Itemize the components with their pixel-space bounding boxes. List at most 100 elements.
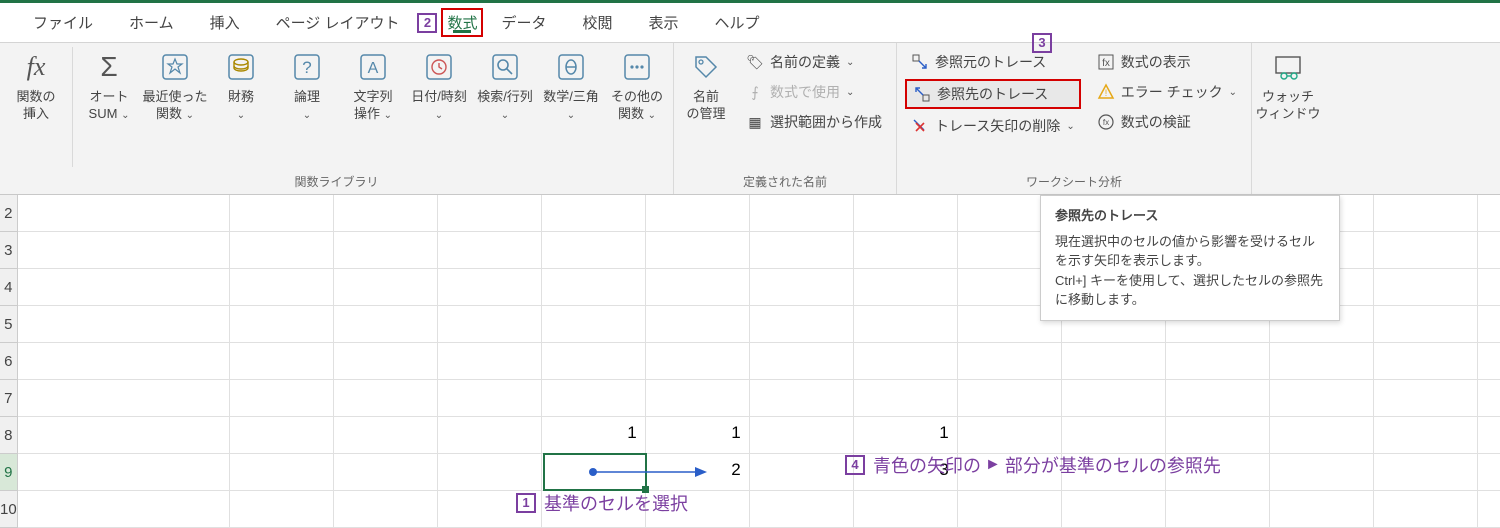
cell[interactable] (18, 269, 230, 305)
cell[interactable] (334, 343, 438, 379)
cell[interactable] (1478, 491, 1500, 527)
cell[interactable] (334, 454, 438, 490)
recent-functions-button[interactable]: 最近使った 関数 ⌄ (143, 45, 207, 127)
cell[interactable] (1478, 380, 1500, 416)
cell[interactable] (230, 491, 334, 527)
cell[interactable] (18, 454, 230, 490)
cell[interactable] (854, 306, 958, 342)
cell[interactable] (646, 232, 750, 268)
cell[interactable] (854, 232, 958, 268)
cell[interactable] (334, 417, 438, 453)
cell[interactable] (750, 195, 854, 231)
tab-insert[interactable]: 挿入 (192, 4, 258, 41)
cell[interactable] (854, 269, 958, 305)
cell[interactable] (646, 269, 750, 305)
datetime-button[interactable]: 日付/時刻⌄ (407, 45, 471, 127)
cell[interactable] (334, 491, 438, 527)
cell[interactable] (230, 306, 334, 342)
cell[interactable] (1374, 454, 1478, 490)
tab-help[interactable]: ヘルプ (697, 4, 778, 41)
trace-precedents-button[interactable]: 参照元のトレース (905, 49, 1081, 75)
tab-review[interactable]: 校閲 (565, 4, 631, 41)
lookup-button[interactable]: 検索/行列⌄ (473, 45, 537, 127)
cell[interactable] (750, 417, 854, 453)
cell[interactable] (1478, 454, 1500, 490)
tab-formula[interactable]: 数式 (441, 8, 483, 37)
cell[interactable] (438, 454, 542, 490)
cell[interactable]: 1 (646, 417, 750, 453)
tab-home[interactable]: ホーム (111, 4, 192, 41)
logical-button[interactable]: ? 論理⌄ (275, 45, 339, 127)
row-header[interactable]: 7 (0, 380, 17, 417)
cell[interactable] (1166, 343, 1270, 379)
insert-function-button[interactable]: fx 関数の 挿入 (4, 45, 68, 127)
cell[interactable] (750, 269, 854, 305)
cell[interactable] (1374, 491, 1478, 527)
cell[interactable] (18, 380, 230, 416)
cell[interactable] (750, 232, 854, 268)
cell[interactable] (334, 195, 438, 231)
cell[interactable] (854, 343, 958, 379)
row-header[interactable]: 6 (0, 343, 17, 380)
evaluate-formula-button[interactable]: fx 数式の検証 (1091, 109, 1243, 135)
cell[interactable] (958, 380, 1062, 416)
row-header[interactable]: 8 (0, 417, 17, 454)
show-formulas-button[interactable]: fx 数式の表示 (1091, 49, 1243, 75)
tab-layout[interactable]: ページ レイアウト (258, 4, 418, 41)
cell[interactable] (1062, 491, 1166, 527)
row-header-selected[interactable]: 9 (0, 454, 17, 491)
cell[interactable] (542, 195, 646, 231)
cell[interactable] (334, 269, 438, 305)
cell[interactable] (1270, 380, 1374, 416)
cell[interactable] (1062, 380, 1166, 416)
cell[interactable] (542, 232, 646, 268)
cell[interactable] (1478, 232, 1500, 268)
row-header[interactable]: 4 (0, 269, 17, 306)
create-from-selection-button[interactable]: ▦ 選択範囲から作成 (740, 109, 888, 135)
cell[interactable] (1166, 417, 1270, 453)
cell[interactable] (854, 195, 958, 231)
cell[interactable] (750, 454, 854, 490)
cell[interactable] (230, 269, 334, 305)
cell[interactable] (18, 343, 230, 379)
cell[interactable] (542, 454, 646, 490)
cell[interactable] (1062, 343, 1166, 379)
cell[interactable] (1270, 417, 1374, 453)
row-header[interactable]: 10 (0, 491, 17, 528)
cell[interactable] (1166, 491, 1270, 527)
cell[interactable] (1374, 343, 1478, 379)
cell[interactable] (750, 491, 854, 527)
text-button[interactable]: A 文字列 操作 ⌄ (341, 45, 405, 127)
cell[interactable] (1478, 417, 1500, 453)
cell[interactable] (958, 417, 1062, 453)
row-header[interactable]: 3 (0, 232, 17, 269)
cell[interactable] (646, 380, 750, 416)
cell[interactable] (230, 454, 334, 490)
cell[interactable] (1374, 195, 1478, 231)
cell[interactable] (230, 232, 334, 268)
cell[interactable]: 1 (542, 417, 646, 453)
watch-window-button[interactable]: ウォッチ ウィンドウ (1256, 45, 1320, 127)
error-check-button[interactable]: ! エラー チェック ⌄ (1091, 79, 1243, 105)
cell[interactable] (230, 195, 334, 231)
cell[interactable] (1374, 417, 1478, 453)
cell[interactable]: 2 (646, 454, 750, 490)
cell[interactable] (1374, 269, 1478, 305)
cell[interactable] (1062, 417, 1166, 453)
cell[interactable] (18, 491, 230, 527)
cell[interactable] (334, 232, 438, 268)
autosum-button[interactable]: Σ オート SUM ⌄ (77, 45, 141, 127)
cell[interactable] (854, 491, 958, 527)
cell[interactable] (1374, 306, 1478, 342)
cell[interactable]: 1 (854, 417, 958, 453)
cell[interactable] (542, 306, 646, 342)
cell[interactable] (542, 343, 646, 379)
tab-file[interactable]: ファイル (15, 4, 111, 41)
cell[interactable] (438, 269, 542, 305)
cell[interactable] (1166, 380, 1270, 416)
cell[interactable] (18, 417, 230, 453)
tab-data[interactable]: データ (483, 4, 564, 41)
cell[interactable] (1270, 491, 1374, 527)
cell[interactable] (230, 380, 334, 416)
cell[interactable] (1270, 454, 1374, 490)
